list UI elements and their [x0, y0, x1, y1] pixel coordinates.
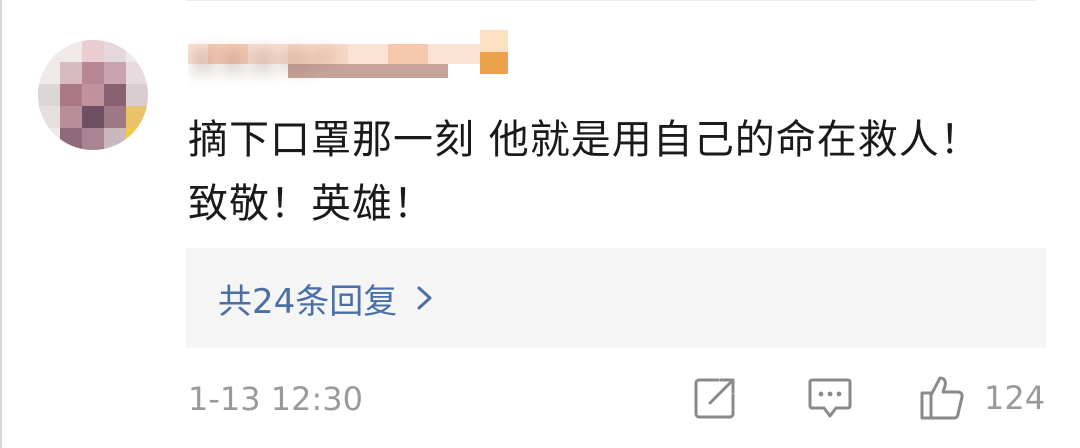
avatar-pixel [104, 84, 126, 106]
avatar-pixel [38, 106, 60, 128]
avatar-pixel [82, 62, 104, 84]
avatar-pixel [82, 84, 104, 106]
avatar-pixel [38, 84, 60, 106]
username-pixel [480, 30, 508, 52]
username-pixel [480, 52, 508, 74]
avatar-pixel [126, 62, 148, 84]
avatar-pixel [60, 128, 82, 150]
avatar-pixel [104, 128, 126, 150]
top-divider [186, 0, 1036, 1]
avatar[interactable] [38, 40, 148, 150]
avatar-pixel [60, 106, 82, 128]
avatar-pixel [60, 84, 82, 106]
thumbs-up-icon [918, 373, 968, 423]
like-button[interactable]: 124 [918, 372, 1045, 424]
reply-button[interactable] [806, 372, 854, 424]
avatar-pixel [82, 106, 104, 128]
share-button[interactable] [692, 372, 738, 424]
username[interactable]: 某某某用户 [188, 30, 518, 86]
avatar-pixel [82, 128, 104, 150]
comment-icon [806, 374, 854, 422]
view-replies-button[interactable]: 共24条回复 [186, 248, 1046, 348]
avatar-pixel [82, 40, 104, 62]
avatar-pixel [60, 62, 82, 84]
comment-text: 摘下口罩那一刻 他就是用自己的命在救人！致敬！英雄！ [188, 117, 981, 227]
username-pixel [388, 44, 428, 64]
username-text: 某某某用户 [188, 46, 338, 81]
avatar-pixel [126, 84, 148, 106]
left-edge-divider [0, 0, 2, 448]
share-icon [692, 375, 738, 421]
chevron-right-icon [415, 284, 435, 312]
avatar-pixel [126, 106, 148, 128]
like-count: 124 [984, 379, 1046, 417]
comment-timestamp: 1-13 12:30 [188, 380, 364, 418]
avatar-pixel [104, 106, 126, 128]
avatar-pixel [126, 128, 148, 150]
replies-count-label: 共24条回复 [218, 281, 398, 322]
avatar-pixel [104, 62, 126, 84]
avatar-pixel [104, 40, 126, 62]
